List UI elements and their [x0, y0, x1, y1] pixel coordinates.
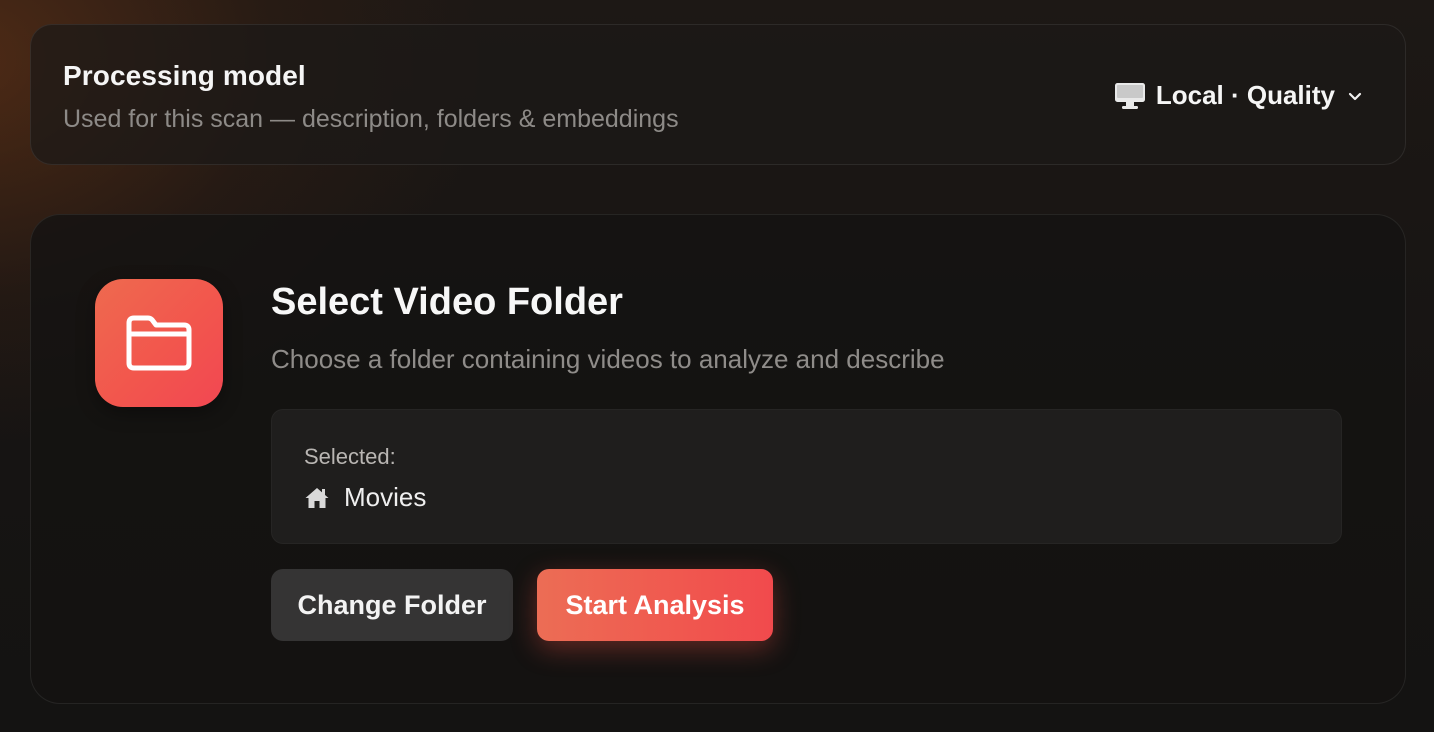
- page-title: Select Video Folder: [271, 281, 623, 323]
- model-selector-label: Local · Quality: [1155, 80, 1335, 110]
- processing-model-subtitle: Used for this scan — description, folder…: [63, 105, 679, 133]
- folder-app-icon: [95, 279, 223, 407]
- chevron-down-icon: [1348, 92, 1362, 100]
- selected-label: Selected:: [304, 444, 396, 469]
- folder-icon: [126, 315, 192, 371]
- selected-folder-box: Selected: Movies: [271, 409, 1342, 544]
- processing-model-title: Processing model: [63, 60, 306, 91]
- page-subtitle: Choose a folder containing videos to ana…: [271, 344, 945, 374]
- monitor-icon: [1114, 82, 1145, 109]
- home-icon: [305, 487, 329, 508]
- selected-folder-name: Movies: [344, 482, 427, 512]
- selected-folder: Movies: [304, 482, 426, 513]
- model-selector-dropdown[interactable]: Local · Quality: [1114, 80, 1363, 111]
- change-folder-button[interactable]: Change Folder: [271, 569, 513, 641]
- select-folder-card: Select Video Folder Choose a folder cont…: [30, 214, 1406, 704]
- start-analysis-button[interactable]: Start Analysis: [537, 569, 773, 641]
- processing-model-card: Processing model Used for this scan — de…: [30, 24, 1406, 165]
